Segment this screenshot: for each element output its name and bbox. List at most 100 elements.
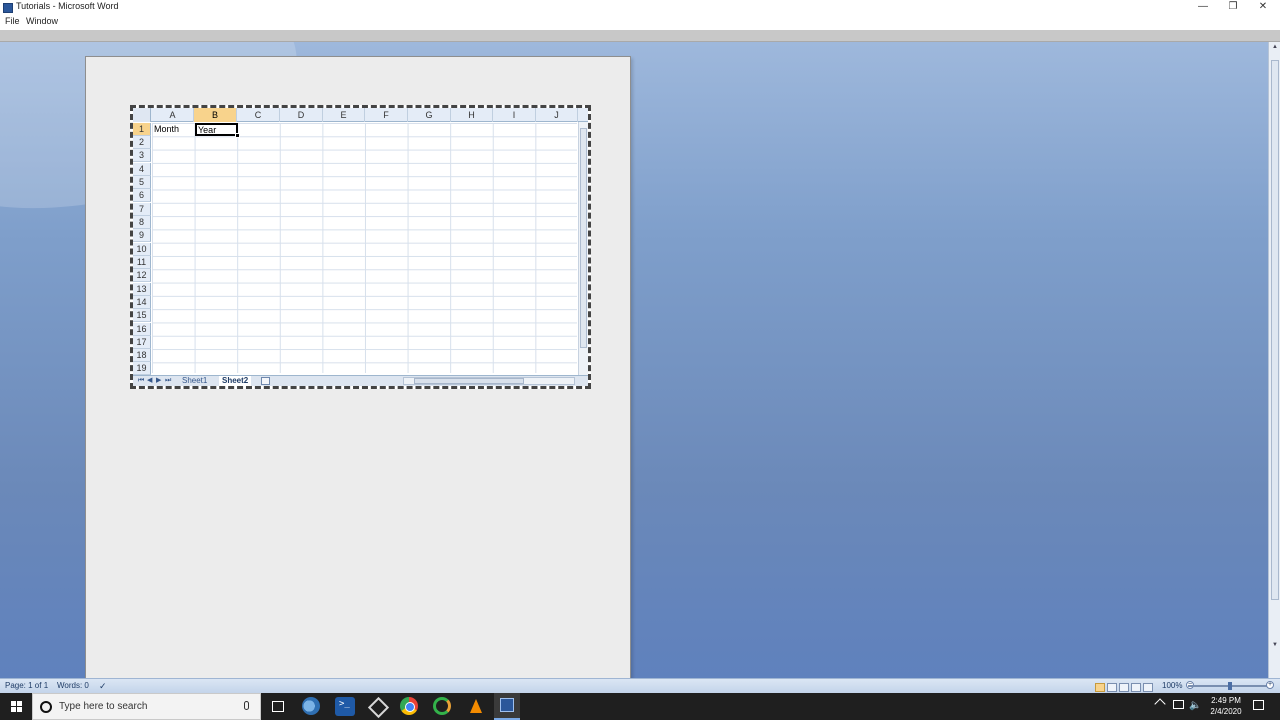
next-sheet-icon[interactable]: ▶ (156, 376, 161, 386)
row-header-19[interactable]: 19 (133, 362, 151, 375)
menu-file[interactable]: File (5, 16, 20, 26)
virtualbox-icon[interactable] (367, 697, 387, 716)
prev-sheet-icon[interactable]: ◀ (147, 376, 152, 386)
last-sheet-icon[interactable]: ⏭ (165, 376, 171, 386)
cortana-icon (40, 701, 52, 713)
powershell-icon[interactable] (335, 697, 355, 716)
column-header-row: A B C D E F G H I J (133, 108, 588, 122)
sheet-tab-sheet2[interactable]: Sheet2 (219, 376, 252, 386)
column-header-c[interactable]: C (237, 108, 280, 122)
first-sheet-icon[interactable]: ⏮ (138, 376, 144, 386)
sheet-vertical-scrollbar[interactable] (578, 122, 588, 375)
row-header-1[interactable]: 1 (133, 123, 151, 136)
sheet-tab-bar: ⏮ ◀ ▶ ⏭ Sheet1 Sheet2 (133, 375, 588, 386)
menu-window[interactable]: Window (26, 16, 58, 26)
row-header-17[interactable]: 17 (133, 336, 151, 349)
web-layout-view-icon[interactable] (1119, 683, 1129, 692)
row-header-10[interactable]: 10 (133, 243, 151, 256)
row-header-13[interactable]: 13 (133, 283, 151, 296)
row-header-18[interactable]: 18 (133, 349, 151, 362)
row-header-16[interactable]: 16 (133, 323, 151, 336)
zoom-level[interactable]: 100% (1162, 681, 1182, 690)
insert-sheet-icon[interactable] (261, 377, 270, 385)
column-header-g[interactable]: G (408, 108, 451, 122)
microphone-icon[interactable] (244, 701, 249, 710)
spreadsheet-area: A B C D E F G H I J 1 2 3 4 5 6 7 8 9 10… (133, 108, 588, 386)
column-header-a[interactable]: A (152, 108, 194, 122)
zoom-in-icon[interactable]: + (1266, 681, 1274, 689)
chrome-icon[interactable] (400, 697, 418, 715)
status-bar: Page: 1 of 1 Words: 0 ✓ 100% − + (0, 678, 1280, 693)
ribbon-strip (0, 30, 1280, 42)
row-header-11[interactable]: 11 (133, 256, 151, 269)
column-header-e[interactable]: E (323, 108, 365, 122)
document-vertical-scrollbar[interactable]: ▲ ▼ (1268, 42, 1280, 678)
word-icon (500, 698, 514, 712)
word-app-icon (3, 3, 13, 13)
restore-button[interactable]: ❐ (1218, 0, 1248, 15)
full-screen-reading-view-icon[interactable] (1107, 683, 1117, 692)
column-header-d[interactable]: D (280, 108, 323, 122)
row-header-6[interactable]: 6 (133, 189, 151, 202)
sheet-vertical-scroll-thumb[interactable] (580, 128, 587, 348)
scroll-up-icon[interactable]: ▲ (1271, 44, 1279, 50)
row-header-7[interactable]: 7 (133, 203, 151, 216)
windows-logo-icon (11, 701, 22, 712)
row-header-3[interactable]: 3 (133, 149, 151, 162)
word-taskbar-button[interactable] (494, 693, 520, 720)
cell-b1-selected[interactable]: Year (195, 123, 240, 138)
row-header-8[interactable]: 8 (133, 216, 151, 229)
document-page[interactable]: A B C D E F G H I J 1 2 3 4 5 6 7 8 9 10… (85, 56, 631, 678)
show-hidden-icons-icon[interactable] (1154, 698, 1166, 710)
taskbar-search-box[interactable]: Type here to search (32, 693, 261, 720)
sheet-horizontal-scroll-thumb[interactable] (414, 378, 524, 384)
print-layout-view-icon[interactable] (1095, 683, 1105, 692)
sheet-tab-sheet1[interactable]: Sheet1 (182, 376, 207, 386)
title-bar: Tutorials - Microsoft Word — ❐ ✕ (0, 0, 1280, 15)
zoom-slider-knob[interactable] (1228, 682, 1232, 690)
page-count[interactable]: Page: 1 of 1 (5, 681, 48, 690)
column-header-i[interactable]: I (493, 108, 536, 122)
row-header-4[interactable]: 4 (133, 163, 151, 176)
row-header-14[interactable]: 14 (133, 296, 151, 309)
cell-grid[interactable] (152, 123, 577, 373)
proofing-check-icon[interactable]: ✓ (99, 681, 107, 692)
zoom-slider[interactable] (1188, 682, 1272, 690)
outline-view-icon[interactable] (1131, 683, 1141, 692)
edge-browser-icon[interactable] (302, 697, 320, 715)
row-header-2[interactable]: 2 (133, 136, 151, 149)
column-header-b[interactable]: B (194, 108, 237, 122)
close-button[interactable]: ✕ (1248, 0, 1278, 15)
menu-bar: File Window (0, 15, 1280, 30)
clock-time: 2:49 PM (1211, 696, 1241, 705)
vlc-icon[interactable] (466, 697, 486, 716)
row-header-12[interactable]: 12 (133, 269, 151, 282)
notification-center-icon[interactable] (1253, 700, 1264, 710)
draft-view-icon[interactable] (1143, 683, 1153, 692)
taskbar-clock[interactable]: 2:49 PM 2/4/2020 (1205, 695, 1247, 717)
minimize-button[interactable]: — (1188, 0, 1218, 15)
sheet-horizontal-scrollbar[interactable] (403, 377, 575, 385)
cell-b1-value: Year (198, 125, 217, 135)
column-header-h[interactable]: H (451, 108, 493, 122)
scroll-down-icon[interactable]: ▼ (1271, 642, 1279, 648)
column-header-f[interactable]: F (365, 108, 408, 122)
fill-handle[interactable] (235, 133, 240, 138)
word-count[interactable]: Words: 0 (57, 681, 89, 690)
volume-icon[interactable]: 🔈 (1189, 700, 1201, 711)
window-title: Tutorials - Microsoft Word (16, 1, 119, 11)
windows-taskbar: Type here to search 🔈 2:49 PM 2/4/2020 (0, 693, 1280, 720)
row-header-9[interactable]: 9 (133, 229, 151, 242)
row-header-15[interactable]: 15 (133, 309, 151, 322)
row-header-5[interactable]: 5 (133, 176, 151, 189)
embedded-spreadsheet[interactable]: A B C D E F G H I J 1 2 3 4 5 6 7 8 9 10… (130, 105, 591, 389)
network-icon[interactable] (1173, 700, 1184, 709)
sync-app-icon[interactable] (433, 697, 451, 715)
cell-a1[interactable]: Month (154, 124, 179, 134)
document-scroll-thumb[interactable] (1271, 60, 1279, 600)
task-view-icon[interactable] (268, 697, 288, 716)
document-workspace: A B C D E F G H I J 1 2 3 4 5 6 7 8 9 10… (0, 42, 1268, 678)
select-all-corner[interactable] (133, 108, 151, 122)
start-button[interactable] (0, 693, 32, 720)
column-header-j[interactable]: J (536, 108, 578, 122)
